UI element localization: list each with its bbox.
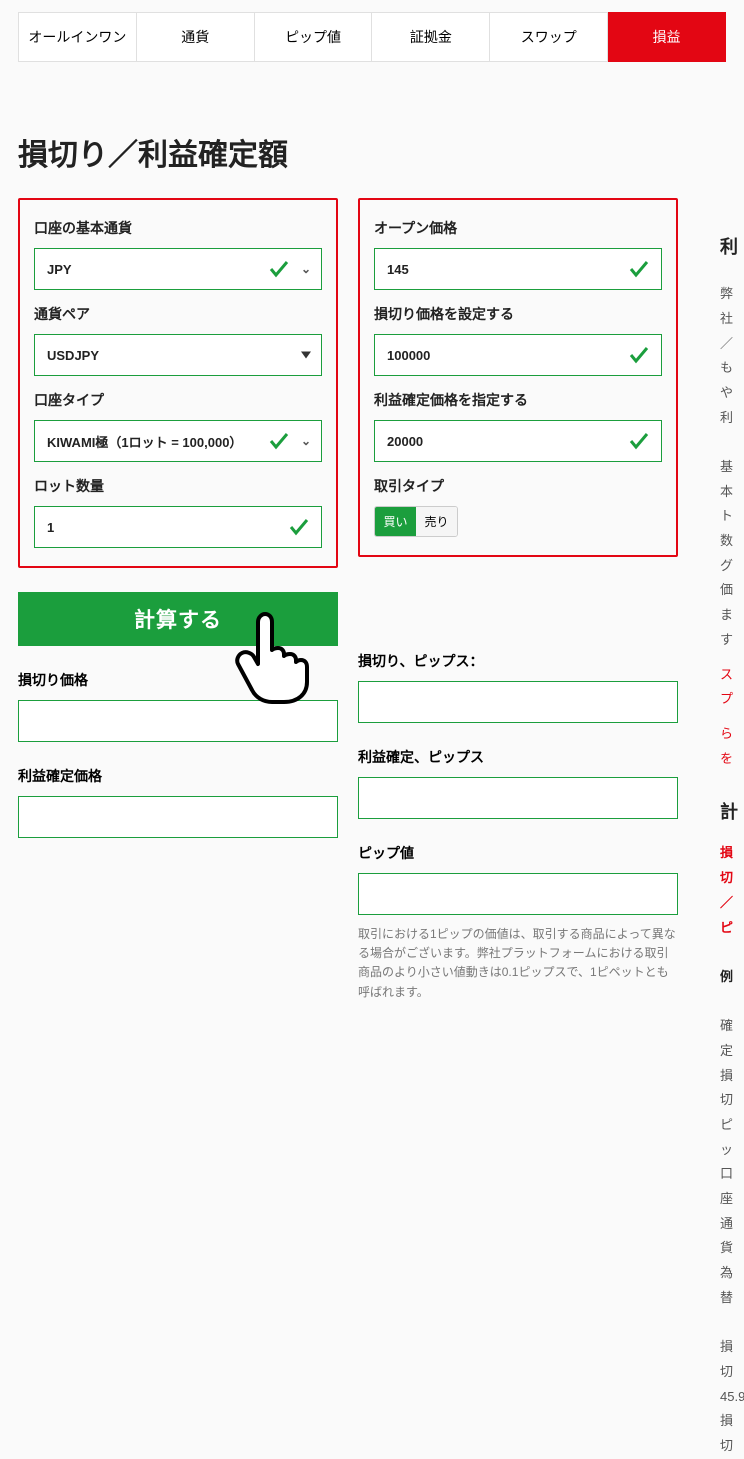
label-account-type: 口座タイプ <box>34 390 322 410</box>
input-panel-left: 口座の基本通貨 JPY ⌄ 通貨ペア USDJPY 口座タイプ KIWAMI極（… <box>18 198 338 568</box>
input-stop-loss[interactable]: 100000 <box>374 334 662 376</box>
checkmark-icon <box>627 257 651 281</box>
tab-profitloss[interactable]: 損益 <box>608 12 726 62</box>
input-lots[interactable]: 1 <box>34 506 322 548</box>
label-take-profit: 利益確定価格を指定する <box>374 390 662 410</box>
label-sl-price-result: 損切り価格 <box>18 670 338 690</box>
label-pair: 通貨ペア <box>34 304 322 324</box>
tab-allinone[interactable]: オールインワン <box>18 12 137 62</box>
checkmark-icon <box>267 257 291 281</box>
select-base-currency[interactable]: JPY ⌄ <box>34 248 322 290</box>
chevron-down-icon: ⌄ <box>301 434 311 448</box>
chevron-down-icon <box>301 352 311 359</box>
label-pip-value-result: ピップ値 <box>358 843 678 863</box>
trade-sell-button[interactable]: 売り <box>416 507 457 536</box>
output-tp-pips <box>358 777 678 819</box>
sidebar-heading: 利 <box>720 230 744 264</box>
value-pair: USDJPY <box>47 348 99 363</box>
input-panel-right: オープン価格 145 損切り価格を設定する 100000 利益確定価格を指定する… <box>358 198 678 557</box>
tab-pipvalue[interactable]: ピップ値 <box>255 12 373 62</box>
help-sidebar-partial: 利 弊社 ／も や利 基本 ト数 グ価 ます スプ らを 計 損切 ／ピ 例 確… <box>720 230 744 1459</box>
tab-margin[interactable]: 証拠金 <box>372 12 490 62</box>
label-tp-pips-result: 利益確定、ピップス <box>358 747 678 767</box>
value-open-price: 145 <box>387 262 409 277</box>
tab-swap[interactable]: スワップ <box>490 12 608 62</box>
sidebar-link[interactable]: らを <box>720 722 744 771</box>
trade-type-toggle: 買い 売り <box>374 506 458 537</box>
checkmark-icon <box>267 429 291 453</box>
output-pip-value <box>358 873 678 915</box>
value-lots: 1 <box>47 520 54 535</box>
sidebar-link[interactable]: スプ <box>720 663 744 712</box>
calculator-tabs: オールインワン 通貨 ピップ値 証拠金 スワップ 損益 <box>18 12 726 62</box>
select-pair[interactable]: USDJPY <box>34 334 322 376</box>
output-sl-price <box>18 700 338 742</box>
pip-footnote: 取引における1ピップの価値は、取引する商品によって異なる場合がございます。弊社プ… <box>358 925 678 1002</box>
label-stop-loss: 損切り価格を設定する <box>374 304 662 324</box>
calculate-button[interactable]: 計算する <box>18 592 338 646</box>
chevron-down-icon: ⌄ <box>301 262 311 276</box>
label-open-price: オープン価格 <box>374 218 662 238</box>
value-take-profit: 20000 <box>387 434 423 449</box>
label-base-currency: 口座の基本通貨 <box>34 218 322 238</box>
checkmark-icon <box>287 515 311 539</box>
trade-buy-button[interactable]: 買い <box>375 507 416 536</box>
label-trade-type: 取引タイプ <box>374 476 662 496</box>
output-sl-pips <box>358 681 678 723</box>
value-account-type: KIWAMI極（1ロット = 100,000） <box>47 432 242 451</box>
input-take-profit[interactable]: 20000 <box>374 420 662 462</box>
label-sl-pips-result: 損切り、ピップス： <box>358 651 678 671</box>
sidebar-subheading: 計 <box>720 795 744 829</box>
page-title: 損切り／利益確定額 <box>18 130 726 174</box>
label-lots: ロット数量 <box>34 476 322 496</box>
select-account-type[interactable]: KIWAMI極（1ロット = 100,000） ⌄ <box>34 420 322 462</box>
value-stop-loss: 100000 <box>387 348 430 363</box>
checkmark-icon <box>627 343 651 367</box>
label-tp-price-result: 利益確定価格 <box>18 766 338 786</box>
value-base-currency: JPY <box>47 262 72 277</box>
checkmark-icon <box>627 429 651 453</box>
tab-currency[interactable]: 通貨 <box>137 12 255 62</box>
output-tp-price <box>18 796 338 838</box>
input-open-price[interactable]: 145 <box>374 248 662 290</box>
